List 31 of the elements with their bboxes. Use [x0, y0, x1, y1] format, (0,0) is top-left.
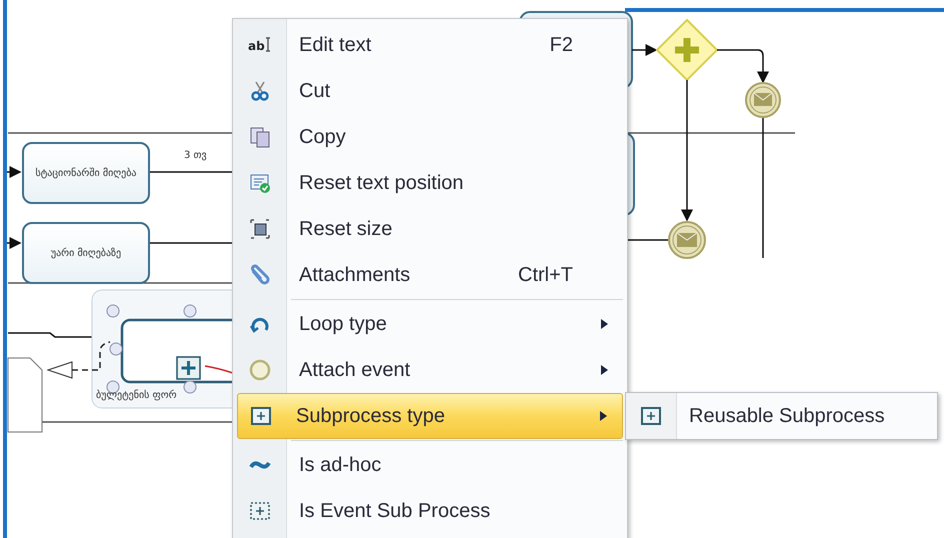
subprocess-icon: [639, 404, 663, 428]
sequence-flow: [632, 44, 658, 56]
copy-icon: [248, 125, 272, 149]
submenu-arrow-icon: [599, 364, 609, 376]
envelope-event-icon: [745, 82, 781, 118]
task-shape: სტაციონარში მიღება: [22, 142, 150, 204]
circle-icon: [248, 358, 272, 382]
menu-item[interactable]: Subprocess type: [237, 393, 623, 439]
menu-item[interactable]: Attach event: [233, 347, 623, 393]
task-shape: უარი მიღებაზე: [22, 222, 150, 284]
sequence-flow: [717, 49, 769, 84]
menu-item[interactable]: Cut: [233, 68, 623, 114]
subprocess-label: ბულეტენის ფორ: [96, 390, 177, 401]
subprocess-icon: [248, 404, 272, 428]
menu-item[interactable]: Reusable Subprocess: [626, 393, 937, 439]
menu-item[interactable]: Copy: [233, 114, 623, 160]
sequence-flow: [7, 237, 22, 249]
menu-item[interactable]: Is ad-hoc: [233, 442, 623, 488]
expand-marker-icon: [176, 356, 201, 380]
menu-item[interactable]: Attachments Ctrl+T: [233, 252, 623, 298]
menu-item[interactable]: Reset text position: [233, 160, 623, 206]
menu-item[interactable]: Reset size: [233, 206, 623, 252]
resize-icon: [248, 217, 272, 241]
flow-label: 3 თვ: [184, 150, 207, 161]
sequence-flow: [7, 166, 22, 178]
submenu-arrow-icon: [598, 410, 608, 422]
envelope-event-icon: [668, 221, 706, 259]
submenu-arrow-icon: [599, 318, 609, 330]
menu-item[interactable]: Loop type: [233, 301, 623, 347]
parallel-gateway-icon: [656, 18, 718, 82]
menu-item[interactable]: Is Event Sub Process: [233, 488, 623, 534]
